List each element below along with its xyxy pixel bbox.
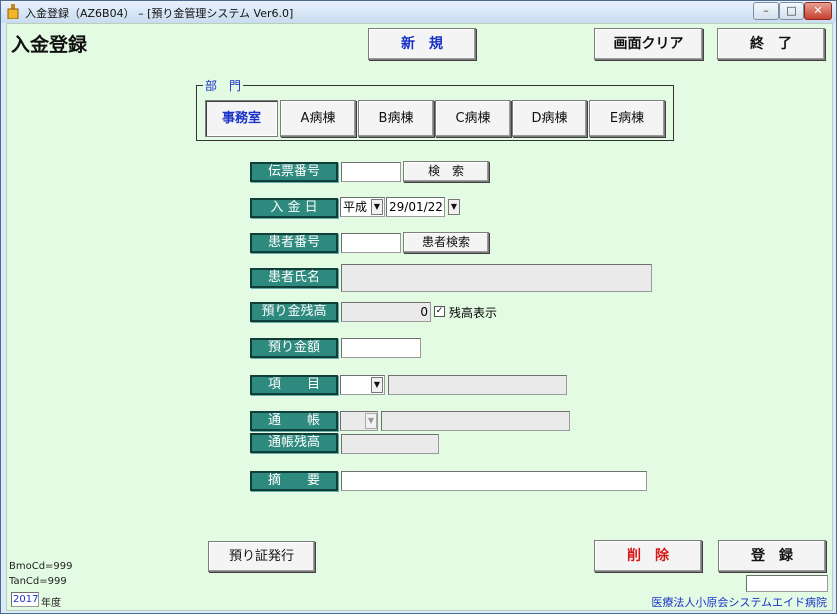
deposit-amount-input[interactable] [341,338,421,358]
dept-button-ward-e[interactable]: E病棟 [589,100,665,137]
patient-number-input[interactable] [341,233,401,253]
dept-button-ward-c[interactable]: C病棟 [435,100,511,137]
tan-code-text: TanCd=999 [9,576,67,587]
show-balance-label: 残高表示 [449,306,498,320]
exit-button[interactable]: 終 了 [717,28,825,60]
page-title: 入金登録 [11,34,88,56]
department-legend: 部 門 [203,77,244,94]
passbook-dropdown-icon[interactable]: ▼ [365,413,377,429]
close-button[interactable]: ✕ [804,2,832,20]
main-form: 入金登録 新 規 画面クリア 終 了 部 門 事務室 A病棟 B病棟 C病棟 D… [6,23,833,611]
deposit-amount-label: 預り金額 [250,338,338,358]
register-button[interactable]: 登 録 [718,540,826,572]
app-icon [7,4,19,19]
passbook-name-display [381,411,570,431]
hospital-name: 医療法人小原会システムエイド病院 [651,596,827,609]
item-dropdown-icon[interactable]: ▼ [371,377,383,393]
item-label: 項 目 [250,375,338,395]
maximize-button[interactable]: □ [779,2,804,20]
dept-button-ward-b[interactable]: B病棟 [358,100,434,137]
delete-button[interactable]: 削 除 [594,540,702,572]
fiscal-year-label: 年度 [41,598,61,609]
dept-button-ward-a[interactable]: A病棟 [280,100,356,137]
dept-button-office[interactable]: 事務室 [205,100,278,137]
bmo-code-text: BmoCd=999 [9,561,73,572]
passbook-label: 通 帳 [250,411,338,431]
patient-name-display [341,264,652,292]
dept-button-ward-d[interactable]: D病棟 [512,100,587,137]
title-bar[interactable]: 入金登録（AZ6B04） – [預り金管理システム Ver6.0] – □ ✕ [1,1,836,23]
new-button[interactable]: 新 規 [368,28,476,60]
passbook-balance-display [341,434,439,454]
show-balance-checkbox[interactable]: ✓ [434,306,445,317]
passbook-balance-label: 通帳残高 [250,433,338,453]
fiscal-year-field[interactable]: 2017 [11,592,39,607]
patient-search-button[interactable]: 患者検索 [403,232,489,253]
summary-input[interactable] [341,471,647,491]
summary-label: 摘 要 [250,471,338,491]
status-box [746,575,828,592]
clear-screen-button[interactable]: 画面クリア [594,28,703,60]
window-title: 入金登録（AZ6B04） – [預り金管理システム Ver6.0] [25,7,294,20]
deposit-date-label: 入 金 日 [250,198,338,218]
minimize-button[interactable]: – [753,2,779,20]
patient-number-label: 患者番号 [250,233,338,253]
era-value: 平成 [343,200,368,214]
patient-name-label: 患者氏名 [250,268,338,288]
date-dropdown-icon[interactable]: ▼ [448,199,460,215]
voucher-number-label: 伝票番号 [250,162,338,182]
deposit-balance-label: 預り金残高 [250,302,338,322]
application-window: 入金登録（AZ6B04） – [預り金管理システム Ver6.0] – □ ✕ … [0,0,837,614]
deposit-date-input[interactable]: 29/01/22 [386,197,445,217]
item-name-display [388,375,567,395]
voucher-search-button[interactable]: 検 索 [403,161,489,182]
issue-receipt-button[interactable]: 預り証発行 [208,541,315,572]
deposit-balance-display: 0 [341,302,431,322]
voucher-number-input[interactable] [341,162,401,182]
era-dropdown-icon[interactable]: ▼ [371,199,383,215]
